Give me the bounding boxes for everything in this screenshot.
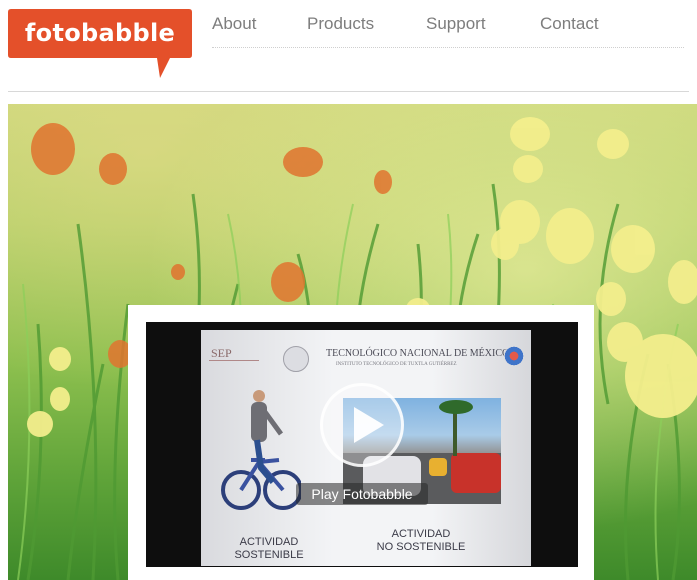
institute-emblem-icon — [504, 346, 524, 366]
play-icon — [354, 407, 384, 443]
play-button[interactable] — [320, 383, 404, 467]
fotobabble-logo[interactable]: fotobabble — [8, 9, 193, 79]
nav-contact[interactable]: Contact — [540, 14, 599, 34]
left-caption: ACTIVIDAD SOSTENIBLE — [234, 536, 304, 561]
slide-title: TECNOLÓGICO NACIONAL DE MÉXICO — [326, 348, 510, 359]
sep-logo-text: SEP — [211, 346, 232, 360]
nav-about[interactable]: About — [212, 14, 256, 34]
nav-products[interactable]: Products — [307, 14, 374, 34]
play-fotobabble-label[interactable]: Play Fotobabble — [296, 483, 428, 505]
nav-dotted-underline — [212, 47, 684, 48]
header-divider — [8, 91, 689, 92]
right-caption: ACTIVIDAD NO SOSTENIBLE — [376, 528, 466, 553]
nav-support[interactable]: Support — [426, 14, 486, 34]
logo-text: fotobabble — [24, 19, 176, 47]
slide-subtitle: INSTITUTO TECNOLÓGICO DE TUXTLA GUTIÉRRE… — [336, 362, 457, 367]
cyclist-illustration — [221, 390, 301, 510]
national-seal-icon — [283, 346, 309, 372]
sep-logo-rule — [209, 360, 259, 361]
